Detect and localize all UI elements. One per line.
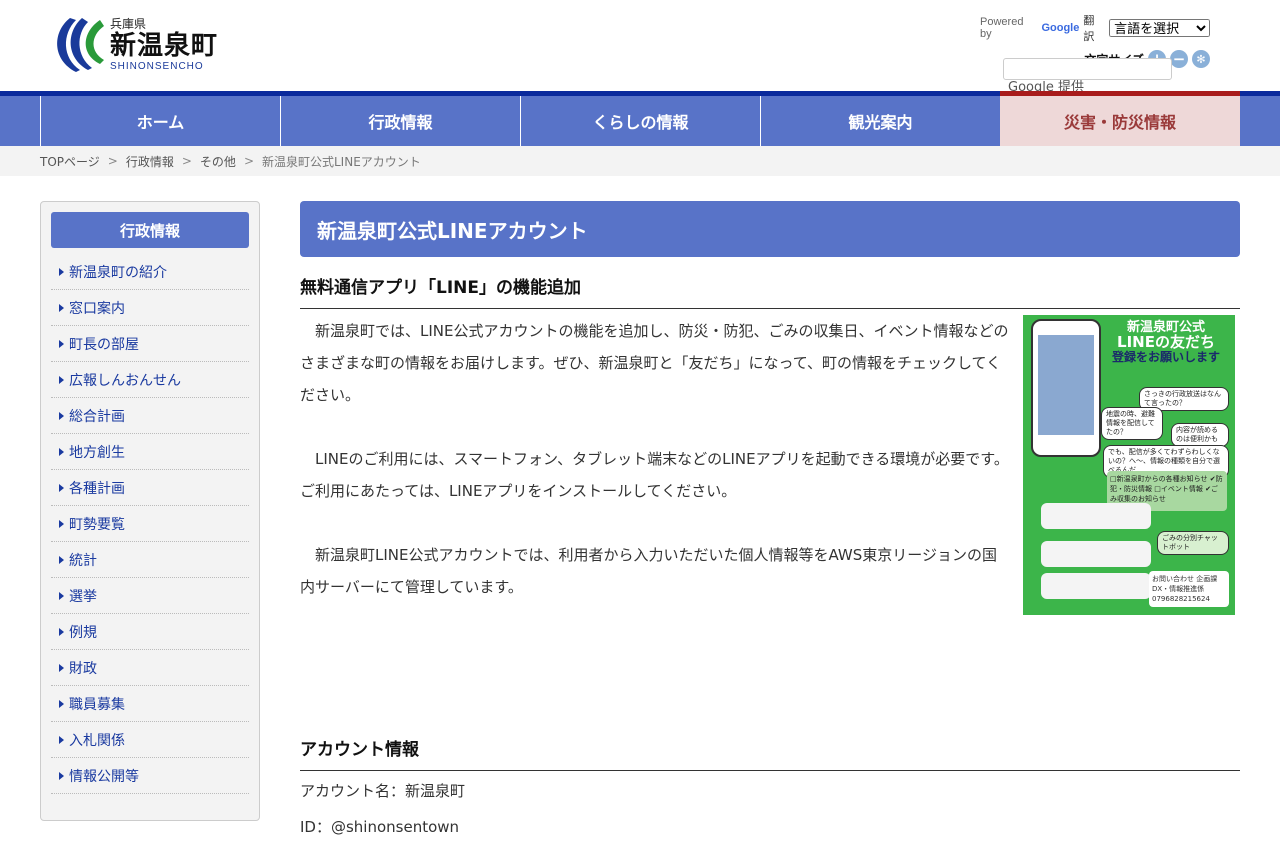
poster-chat <box>1041 541 1151 567</box>
font-reset-icon[interactable]: ✻ <box>1192 50 1210 68</box>
sidebar-item[interactable]: 広報しんおんせん <box>51 362 249 398</box>
town-emblem-icon <box>57 18 104 72</box>
section-heading-line: 無料通信アプリ「LINE」の機能追加 <box>300 273 1240 309</box>
powered-by: Powered by <box>980 16 1024 40</box>
paragraph: 新温泉町では、LINE公式アカウントの機能を追加し、防災・防犯、ごみの収集日、イ… <box>300 322 1009 404</box>
google-logo: Google <box>1041 22 1080 34</box>
paragraph: LINEのご利用には、スマートフォン、タブレット端末などのLINEアプリを起動で… <box>300 450 1009 500</box>
breadcrumb-other[interactable]: その他 <box>200 153 236 170</box>
language-select[interactable]: 言語を選択 <box>1109 19 1210 37</box>
sidebar-item[interactable]: 財政 <box>51 650 249 686</box>
account-heading: アカウント情報 <box>300 735 1240 771</box>
sidebar-item[interactable]: 地方創生 <box>51 434 249 470</box>
nav-disaster[interactable]: 災害・防災情報 <box>1000 91 1240 146</box>
account-id: ID：@shinonsentown <box>300 818 460 836</box>
poster-contact: お問い合わせ 企画課DX・情報推進係 0796828215624 <box>1149 571 1229 607</box>
nav-administration[interactable]: 行政情報 <box>280 96 520 146</box>
sidebar-item[interactable]: 入札関係 <box>51 722 249 758</box>
google-provided: Google 提供 <box>1008 80 1084 91</box>
breadcrumb-current: 新温泉町公式LINEアカウント <box>262 154 421 169</box>
translate-label: 翻訳 <box>1083 15 1095 43</box>
nav-living[interactable]: くらしの情報 <box>520 96 760 146</box>
google-translate: Powered by Google 翻訳 言語を選択 <box>980 12 1210 44</box>
poster-headline: 新温泉町公式 LINEの友だち 登録をお願いします <box>1111 320 1220 364</box>
sidebar-item[interactable]: 職員募集 <box>51 686 249 722</box>
sidebar-item[interactable]: 統計 <box>51 542 249 578</box>
account-section: アカウント情報 アカウント名：新温泉町 ID：@shinonsentown <box>300 735 1240 843</box>
sidebar-item[interactable]: 町長の部屋 <box>51 326 249 362</box>
site-logo[interactable]: 兵庫県 新温泉町 SHINONSENCHO <box>50 14 218 74</box>
font-decrease-icon[interactable]: − <box>1170 50 1188 68</box>
poster-bubble: 地震の時、避難情報を配信してたの？ <box>1101 407 1163 440</box>
nav-home[interactable]: ホーム <box>40 96 280 146</box>
page-title: 新温泉町公式LINEアカウント <box>300 201 1240 257</box>
poster-bubble: 内容が読めるのは便利かも <box>1171 423 1229 447</box>
search-input[interactable] <box>1003 58 1172 80</box>
sidebar-item[interactable]: 選挙 <box>51 578 249 614</box>
nav-tourism[interactable]: 観光案内 <box>760 96 1000 146</box>
breadcrumb-sep: > <box>243 154 254 168</box>
sidebar-item[interactable]: 町勢要覧 <box>51 506 249 542</box>
poster-chat <box>1041 573 1151 599</box>
main-content: 新温泉町公式LINEアカウント 無料通信アプリ「LINE」の機能追加 新温泉町で… <box>300 201 1240 843</box>
poster-chatbot: ごみの分別チャットボット <box>1157 531 1229 555</box>
line-poster-image[interactable]: 新温泉町公式 LINEの友だち 登録をお願いします さっきの行政放送はなんて言ったの… <box>1023 315 1235 615</box>
poster-chat <box>1041 503 1151 529</box>
phone-illustration <box>1031 319 1101 457</box>
breadcrumb-top[interactable]: TOPページ <box>40 153 100 170</box>
breadcrumb: TOPページ > 行政情報 > その他 > 新温泉町公式LINEアカウント <box>0 146 1280 176</box>
sidebar-item[interactable]: 新温泉町の紹介 <box>51 254 249 290</box>
town-name: 新温泉町 <box>110 30 219 61</box>
sidebar: 行政情報 新温泉町の紹介 窓口案内 町長の部屋 広報しんおんせん 総合計画 地方創生 各種計… <box>40 201 260 821</box>
breadcrumb-sep: > <box>107 154 118 168</box>
sidebar-item[interactable]: 窓口案内 <box>51 290 249 326</box>
breadcrumb-admin[interactable]: 行政情報 <box>126 153 174 170</box>
account-name: アカウント名：新温泉町 <box>300 782 466 800</box>
breadcrumb-sep: > <box>181 154 192 168</box>
prefecture-label: 兵庫県 <box>110 16 147 31</box>
sidebar-item[interactable]: 情報公開等 <box>51 758 249 794</box>
sidebar-item[interactable]: 各種計画 <box>51 470 249 506</box>
sidebar-title: 行政情報 <box>51 212 249 248</box>
global-nav: ホーム 行政情報 くらしの情報 観光案内 災害・防災情報 <box>0 91 1280 146</box>
site-header: 兵庫県 新温泉町 SHINONSENCHO Powered by Google … <box>0 0 1280 91</box>
sidebar-item[interactable]: 例規 <box>51 614 249 650</box>
sidebar-item[interactable]: 総合計画 <box>51 398 249 434</box>
paragraph: 新温泉町LINE公式アカウントでは、利用者から入力いただいた個人情報等をAWS東… <box>300 546 997 596</box>
town-romaji: SHINONSENCHO <box>110 60 204 72</box>
